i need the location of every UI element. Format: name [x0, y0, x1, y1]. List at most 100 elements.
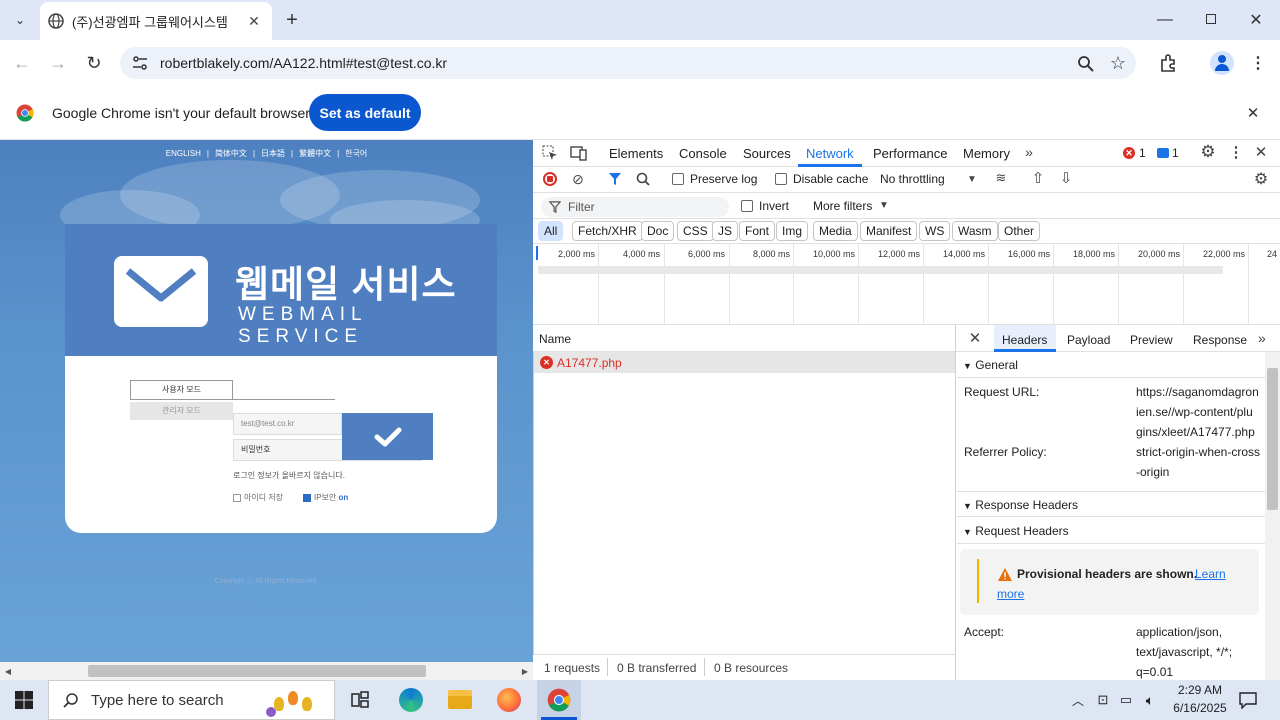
- file-explorer-icon[interactable]: [448, 690, 472, 709]
- devtools-menu-icon[interactable]: ⋮: [1229, 143, 1244, 161]
- more-detail-tabs-icon[interactable]: »: [1258, 330, 1266, 346]
- lang-korean[interactable]: 한국어: [345, 149, 367, 158]
- wired-network-icon[interactable]: ▭: [1118, 690, 1134, 710]
- detail-tab-headers[interactable]: Headers: [1002, 333, 1047, 347]
- lang-japanese[interactable]: 日本語: [261, 149, 285, 158]
- extensions-icon[interactable]: [1159, 54, 1177, 72]
- save-id-checkbox[interactable]: 아이디 저장: [233, 492, 283, 503]
- url-text[interactable]: robertblakely.com/AA122.html#test@test.c…: [160, 55, 447, 71]
- chrome-taskbar-icon[interactable]: [547, 688, 571, 712]
- clear-icon[interactable]: ⊘: [570, 171, 586, 187]
- forward-icon[interactable]: →: [48, 52, 68, 74]
- scrollbar-thumb[interactable]: [88, 665, 426, 677]
- filter-css[interactable]: CSS: [677, 221, 714, 241]
- preserve-log-label[interactable]: Preserve log: [690, 172, 757, 186]
- referrer-policy-line[interactable]: strict-origin-when-cross: [1136, 445, 1260, 459]
- filter-js[interactable]: JS: [712, 221, 739, 241]
- filter-all[interactable]: All: [538, 221, 564, 241]
- close-window-icon[interactable]: ✕: [1246, 8, 1266, 32]
- taskbar-search-box[interactable]: Type here to search: [48, 680, 335, 720]
- request-url-line[interactable]: gins/xleet/A17477.php: [1136, 425, 1255, 439]
- site-info-icon[interactable]: [132, 55, 148, 71]
- network-conditions-icon[interactable]: ≋: [992, 170, 1010, 186]
- windows-start-icon[interactable]: [15, 691, 33, 709]
- devtools-settings-icon[interactable]: ⚙: [1199, 142, 1217, 161]
- volume-icon[interactable]: 🔈︎: [1141, 690, 1159, 710]
- network-tray-icon[interactable]: ⊡: [1095, 690, 1111, 710]
- profile-avatar[interactable]: [1210, 51, 1234, 75]
- tab-performance[interactable]: Performance: [873, 146, 947, 161]
- import-har-icon[interactable]: ⇧: [1030, 170, 1046, 187]
- lang-english[interactable]: ENGLISH: [166, 149, 201, 158]
- detail-tab-payload[interactable]: Payload: [1067, 333, 1110, 347]
- show-hidden-icons-chevron[interactable]: ︿: [1070, 690, 1086, 710]
- lang-traditional-chinese[interactable]: 繁體中文: [299, 149, 331, 158]
- disable-cache-checkbox[interactable]: [775, 173, 787, 185]
- edge-icon[interactable]: [399, 688, 423, 712]
- browser-tab[interactable]: (주)선광엠파 그룹웨어시스템 ✕: [40, 2, 272, 40]
- more-tabs-chevron-icon[interactable]: »: [1021, 143, 1037, 161]
- general-section[interactable]: ▼ General: [957, 352, 1265, 378]
- accept-value-line[interactable]: q=0.01: [1136, 665, 1173, 679]
- disable-cache-label[interactable]: Disable cache: [793, 172, 868, 186]
- close-tab-icon[interactable]: ✕: [244, 11, 264, 31]
- error-icon[interactable]: ✕: [1123, 147, 1135, 159]
- filter-media[interactable]: Media: [813, 221, 858, 241]
- clock-date[interactable]: 6/16/2025: [1168, 701, 1232, 715]
- detail-tab-response[interactable]: Response: [1193, 333, 1247, 347]
- accept-value-line[interactable]: application/json,: [1136, 625, 1222, 639]
- request-url-line[interactable]: ien.se//wp-content/plu: [1136, 405, 1253, 419]
- email-field[interactable]: test@test.co.kr: [233, 413, 342, 435]
- minimize-icon[interactable]: —: [1155, 8, 1175, 32]
- user-mode-tab[interactable]: 사용자 모드: [130, 380, 233, 400]
- close-detail-icon[interactable]: ✕: [967, 329, 983, 347]
- network-settings-icon[interactable]: ⚙: [1252, 170, 1270, 188]
- name-column-header[interactable]: Name: [539, 332, 571, 346]
- new-tab-icon[interactable]: +: [282, 9, 302, 31]
- invert-checkbox[interactable]: [741, 200, 753, 212]
- login-button[interactable]: [342, 413, 433, 460]
- notifications-icon[interactable]: [1239, 691, 1257, 709]
- tab-elements[interactable]: Elements: [609, 146, 663, 161]
- inspect-element-icon[interactable]: [542, 145, 558, 161]
- tab-search-chevron-icon[interactable]: ⌄: [8, 8, 32, 32]
- filter-doc[interactable]: Doc: [641, 221, 675, 241]
- zoom-icon[interactable]: [1077, 55, 1094, 72]
- chrome-menu-icon[interactable]: ⋮: [1250, 52, 1266, 74]
- ip-security-checkbox[interactable]: IP보안 on: [303, 492, 348, 503]
- learn-more-link[interactable]: Learn: [1195, 567, 1226, 581]
- preserve-log-checkbox[interactable]: [672, 173, 684, 185]
- task-view-icon[interactable]: [351, 691, 369, 709]
- detail-tab-preview[interactable]: Preview: [1130, 333, 1173, 347]
- set-as-default-button[interactable]: Set as default: [309, 94, 421, 131]
- filter-wasm[interactable]: Wasm: [952, 221, 998, 241]
- export-har-icon[interactable]: ⇩: [1058, 170, 1074, 187]
- close-infobar-icon[interactable]: ✕: [1244, 103, 1262, 123]
- filter-fetch-xhr[interactable]: Fetch/XHR: [572, 221, 643, 241]
- tab-network[interactable]: Network: [806, 146, 854, 161]
- dropdown-arrow-icon[interactable]: ▼: [966, 172, 978, 186]
- admin-mode-tab[interactable]: 관리자 모드: [130, 402, 233, 420]
- filter-img[interactable]: Img: [776, 221, 809, 241]
- invert-label[interactable]: Invert: [759, 199, 789, 213]
- scroll-right-icon[interactable]: ▶: [520, 665, 530, 677]
- scroll-left-icon[interactable]: ◀: [3, 665, 13, 677]
- error-count[interactable]: 1: [1139, 146, 1146, 160]
- tab-sources[interactable]: Sources: [743, 146, 791, 161]
- filter-ws[interactable]: WS: [919, 221, 951, 241]
- back-icon[interactable]: ←: [12, 52, 32, 74]
- message-icon[interactable]: [1157, 148, 1169, 158]
- filter-manifest[interactable]: Manifest: [860, 221, 918, 241]
- clock-time[interactable]: 2:29 AM: [1172, 683, 1228, 697]
- filter-other[interactable]: Other: [998, 221, 1041, 241]
- lang-simplified-chinese[interactable]: 简体中文: [215, 149, 247, 158]
- request-headers-section[interactable]: ▼ Request Headers: [957, 518, 1265, 544]
- bookmark-star-icon[interactable]: ☆: [1108, 52, 1128, 74]
- request-name[interactable]: A17477.php: [557, 356, 622, 370]
- more-filters-button[interactable]: More filters: [813, 199, 872, 213]
- split-divider[interactable]: [955, 325, 956, 680]
- referrer-policy-line[interactable]: -origin: [1136, 465, 1169, 479]
- search-icon[interactable]: [636, 172, 650, 186]
- more-filters-arrow-icon[interactable]: ▼: [879, 200, 889, 211]
- tab-console[interactable]: Console: [679, 146, 727, 161]
